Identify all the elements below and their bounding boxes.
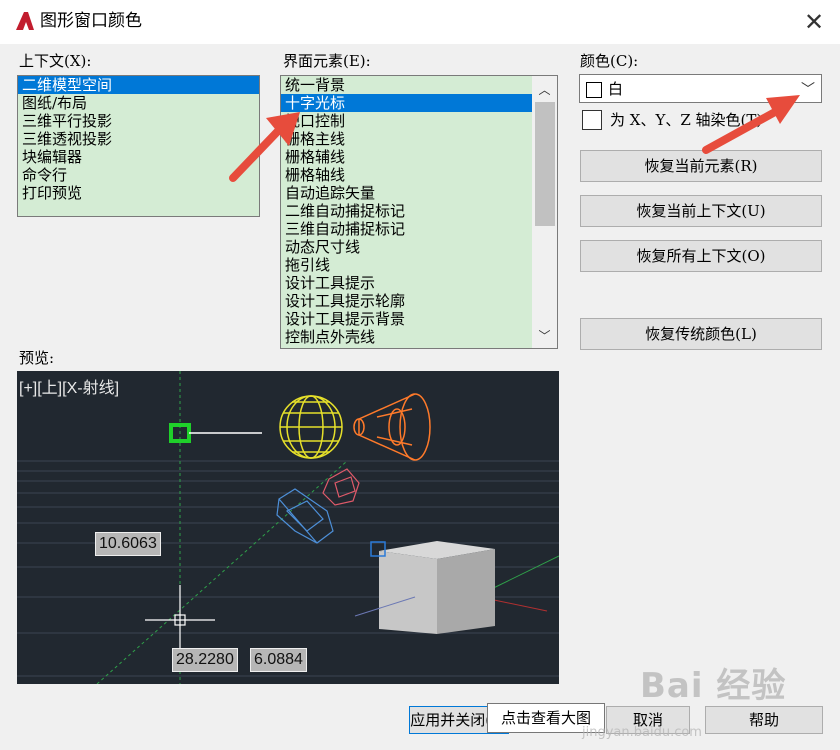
annotation-arrows (229, 95, 800, 182)
red-arrow-icon (702, 95, 800, 154)
red-arrow-icon (229, 112, 300, 182)
